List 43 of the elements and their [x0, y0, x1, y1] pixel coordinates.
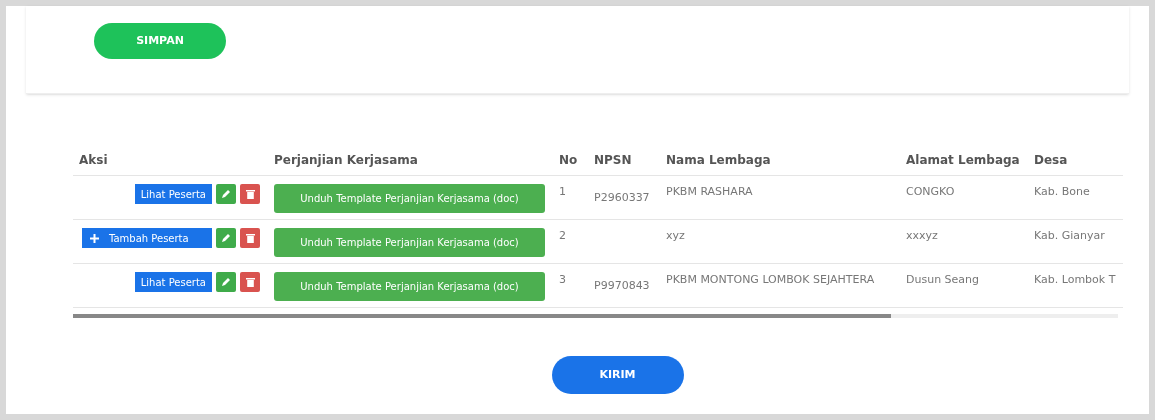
table-cell-text: xyz — [665, 228, 686, 244]
add-participant-button[interactable]: Tambah Peserta — [82, 228, 212, 248]
pencil-icon — [221, 277, 231, 287]
table-cell-text: P2960337 — [593, 191, 651, 204]
pencil-icon — [221, 233, 231, 243]
table-cell-text: 1 — [558, 184, 567, 200]
table-cell-text: xxxyz — [905, 228, 939, 244]
delete-button[interactable] — [240, 184, 260, 204]
column-header: Desa — [1033, 151, 1069, 169]
pencil-icon — [221, 189, 231, 199]
submit-button[interactable]: KIRIM — [551, 356, 684, 394]
plus-icon — [90, 233, 99, 243]
column-header: Aksi — [78, 151, 109, 169]
scrollbar-thumb[interactable] — [73, 314, 891, 318]
table-cell-text: 2 — [558, 228, 567, 244]
table-cell-text: Kab. Gianyar — [1033, 228, 1106, 244]
view-participants-button[interactable]: Lihat Peserta — [134, 272, 212, 292]
column-header: No — [558, 151, 579, 169]
edit-button[interactable] — [216, 272, 236, 292]
save-button[interactable]: SIMPAN — [94, 23, 226, 59]
column-header: Nama Lembaga — [665, 151, 772, 169]
edit-button[interactable] — [216, 184, 236, 204]
download-template-button[interactable]: Unduh Template Perjanjian Kerjasama (doc) — [274, 184, 545, 213]
delete-button[interactable] — [240, 272, 260, 292]
table-cell-text: 3 — [558, 272, 567, 288]
table-cell-text: PKBM MONTONG LOMBOK SEJAHTERA — [665, 272, 876, 288]
view-participants-button[interactable]: Lihat Peserta — [134, 184, 212, 204]
trash-icon — [245, 233, 255, 243]
delete-button[interactable] — [240, 228, 260, 248]
table-cell-text: CONGKO — [905, 184, 956, 200]
download-template-button[interactable]: Unduh Template Perjanjian Kerjasama (doc) — [274, 272, 545, 301]
column-header: Alamat Lembaga — [905, 151, 1021, 169]
column-header: NPSN — [593, 151, 633, 169]
table-cell-text: Dusun Seang — [905, 272, 981, 288]
column-header: Perjanjian Kerjasama — [273, 151, 419, 169]
trash-icon — [245, 189, 255, 199]
table-cell-text: Kab. Lombok T — [1033, 272, 1117, 288]
table-cell-text: Kab. Bone — [1033, 184, 1091, 200]
trash-icon — [245, 277, 255, 287]
table-cell-text: P9970843 — [593, 279, 651, 292]
download-template-button[interactable]: Unduh Template Perjanjian Kerjasama (doc) — [274, 228, 545, 257]
edit-button[interactable] — [216, 228, 236, 248]
table-cell-text: PKBM RASHARA — [665, 184, 754, 200]
